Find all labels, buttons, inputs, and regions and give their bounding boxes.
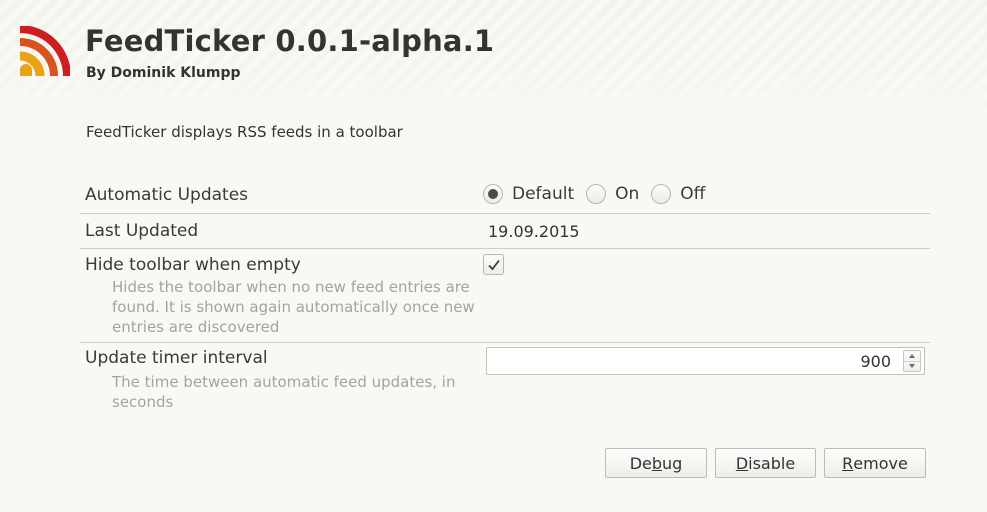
addon-title: FeedTicker 0.0.1-alpha.1 xyxy=(85,24,495,58)
setting-description: Hides the toolbar when no new feed entri… xyxy=(112,278,475,336)
setting-row-automatic-updates: Automatic Updates Default On Off xyxy=(80,178,930,214)
setting-label: Automatic Updates xyxy=(85,185,249,205)
setting-row-hide-toolbar: Hide toolbar when empty Hides the toolba… xyxy=(80,249,930,343)
radio-option-off[interactable]: Off xyxy=(651,184,705,204)
chevron-down-icon xyxy=(909,364,915,369)
addon-details-page: FeedTicker 0.0.1-alpha.1 By Dominik Klum… xyxy=(0,0,987,512)
setting-row-update-timer: Update timer interval The time between a… xyxy=(80,343,930,423)
radio-label-on: On xyxy=(615,184,640,204)
setting-description: The time between automatic feed updates,… xyxy=(112,373,456,411)
radio-option-default[interactable]: Default xyxy=(483,184,574,204)
addon-author: By Dominik Klumpp xyxy=(86,65,241,81)
disable-button[interactable]: Disable xyxy=(715,448,816,478)
setting-row-last-updated: Last Updated 19.09.2015 xyxy=(80,214,930,249)
chevron-up-icon xyxy=(909,353,915,358)
hide-toolbar-checkbox[interactable] xyxy=(483,254,504,275)
radio-label-off: Off xyxy=(680,184,706,204)
debug-button[interactable]: De b ug xyxy=(605,448,707,478)
update-timer-input[interactable]: 900 xyxy=(487,352,903,371)
update-timer-spinbox[interactable]: 900 xyxy=(486,347,925,375)
last-updated-value: 19.09.2015 xyxy=(488,222,580,241)
radio-button-off[interactable] xyxy=(651,184,672,204)
addon-description: FeedTicker displays RSS feeds in a toolb… xyxy=(86,123,403,141)
automatic-updates-radio-group: Default On Off xyxy=(483,184,717,204)
checkmark-icon xyxy=(487,259,500,270)
radio-button-on[interactable] xyxy=(586,184,607,204)
spin-down-button[interactable] xyxy=(904,360,920,372)
setting-label: Hide toolbar when empty xyxy=(85,255,301,275)
settings-list: Automatic Updates Default On Off Last Up… xyxy=(80,178,930,423)
setting-label: Update timer interval xyxy=(85,348,268,368)
spin-up-button[interactable] xyxy=(904,351,920,361)
setting-label: Last Updated xyxy=(85,221,199,241)
radio-option-on[interactable]: On xyxy=(586,184,639,204)
rss-feed-icon xyxy=(19,26,70,77)
radio-label-default: Default xyxy=(512,184,575,204)
spin-buttons xyxy=(903,350,921,372)
remove-button[interactable]: Remove xyxy=(824,448,926,478)
radio-button-default[interactable] xyxy=(483,184,503,204)
action-buttons: De b ug Disable Remove xyxy=(605,448,926,478)
